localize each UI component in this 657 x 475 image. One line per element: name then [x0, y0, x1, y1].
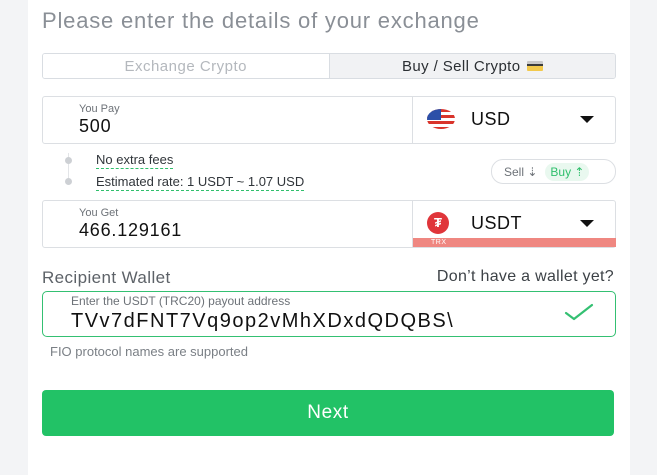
get-currency-select[interactable]: ₮ USDT TRX [412, 201, 616, 247]
recipient-wallet-title: Recipient Wallet [42, 268, 171, 287]
you-get-label: You Get [79, 207, 119, 219]
info-dot [65, 178, 72, 185]
get-currency-label: USDT [471, 213, 522, 233]
fio-note: FIO protocol names are supported [50, 344, 248, 359]
you-pay-amount-input[interactable]: 500 [79, 116, 111, 137]
no-fees-text: No extra fees [96, 152, 174, 169]
network-badge: TRX [413, 238, 616, 247]
sell-toggle-button[interactable]: Sell ⇣ [504, 165, 537, 179]
you-get-amount: 466.129161 [79, 220, 183, 240]
tether-icon: ₮ [427, 212, 449, 234]
no-wallet-link[interactable]: Don’t have a wallet yet? [437, 268, 614, 286]
buy-toggle-button[interactable]: Buy ⇡ [545, 162, 590, 181]
exchange-card: Please enter the details of your exchang… [28, 0, 630, 475]
info-dot [65, 157, 72, 164]
chevron-down-icon [580, 116, 594, 123]
you-get-field: You Get 466.129161 ₮ USDT TRX [42, 200, 616, 248]
estimated-rate-text: Estimated rate: 1 USDT ~ 1.07 USD [96, 174, 305, 191]
wallet-address-placeholder: Enter the USDT (TRC20) payout address [71, 294, 291, 308]
next-button-label: Next [307, 402, 349, 423]
you-pay-label: You Pay [79, 103, 120, 115]
chevron-down-icon [580, 220, 594, 227]
us-flag-icon [427, 109, 455, 129]
wallet-address-input[interactable]: TVv7dFNT7Vq9op2vMhXDxdQDQBS\ [71, 310, 549, 333]
exchange-tabs: Exchange Crypto Buy / Sell Crypto [42, 53, 616, 79]
pay-currency-select[interactable]: USD [412, 97, 616, 143]
tab-buy-sell-label: Buy / Sell Crypto [401, 57, 521, 75]
you-pay-field: You Pay 500 USD [42, 96, 616, 144]
tab-exchange-crypto[interactable]: Exchange Crypto [43, 54, 329, 78]
page-title: Please enter the details of your exchang… [42, 8, 480, 33]
pay-currency-label: USD [471, 109, 511, 129]
tab-buy-sell-crypto[interactable]: Buy / Sell Crypto [328, 54, 615, 78]
sell-buy-toggle: Sell ⇣ Buy ⇡ [491, 159, 616, 184]
credit-card-icon [526, 61, 543, 71]
next-button[interactable]: Next [42, 390, 614, 436]
check-icon [564, 303, 594, 321]
wallet-address-field[interactable]: Enter the USDT (TRC20) payout address TV… [42, 291, 616, 337]
tab-exchange-crypto-label: Exchange Crypto [124, 57, 248, 75]
